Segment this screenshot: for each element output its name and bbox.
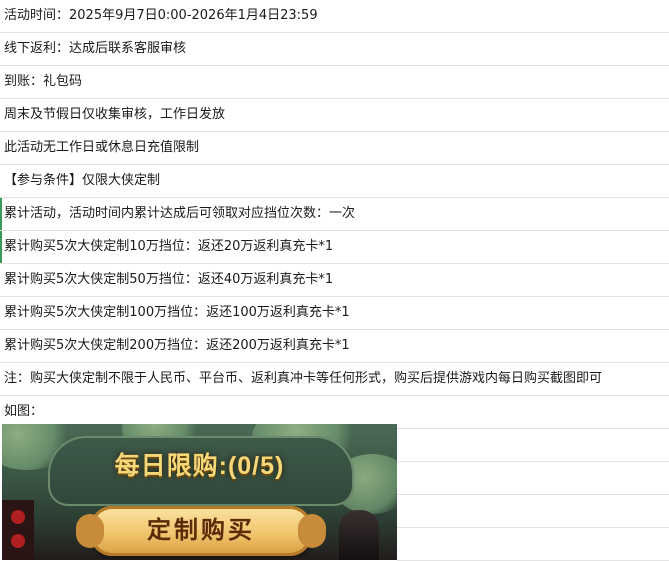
rule-line-tier-100w: 累计购买5次大侠定制100万挡位：返还100万返利真充卡*1 xyxy=(0,297,669,330)
table-row xyxy=(397,396,669,429)
table-row xyxy=(397,528,669,561)
rule-line-arrival: 到账：礼包码 xyxy=(0,66,669,99)
rule-text: 活动时间：2025年9月7日0:00-2026年1月4日23:59 xyxy=(4,8,318,23)
table-row xyxy=(397,495,669,528)
custom-purchase-button[interactable]: 定制购买 xyxy=(76,506,326,556)
rule-text: 累计购买5次大侠定制100万挡位：返还100万返利真充卡*1 xyxy=(4,305,350,320)
rule-text: 【参与条件】仅限大侠定制 xyxy=(4,173,161,188)
rule-text: 到账：礼包码 xyxy=(4,74,83,89)
rule-line-weekend: 周末及节假日仅收集审核，工作日发放 xyxy=(0,99,669,132)
rule-line-no-limit: 此活动无工作日或休息日充值限制 xyxy=(0,132,669,165)
rule-text: 累计购买5次大侠定制10万挡位：返还20万返利真充卡*1 xyxy=(4,239,334,254)
rule-text: 此活动无工作日或休息日充值限制 xyxy=(4,140,200,155)
table-row xyxy=(397,462,669,495)
rule-text: 注：购买大侠定制不限于人民币、平台币、返利真冲卡等任何形式，购买后提供游戏内每日… xyxy=(4,371,603,386)
rule-text: 累计购买5次大侠定制200万挡位：返还200万返利真充卡*1 xyxy=(4,338,350,353)
character-silhouette xyxy=(339,510,379,560)
rule-line-note: 注：购买大侠定制不限于人民币、平台币、返利真冲卡等任何形式，购买后提供游戏内每日… xyxy=(0,363,669,396)
rule-line-tier-10w: 累计购买5次大侠定制10万挡位：返还20万返利真充卡*1 xyxy=(0,231,669,264)
rule-text: 累计购买5次大侠定制50万挡位：返还40万返利真充卡*1 xyxy=(4,272,334,287)
rule-line-condition: 【参与条件】仅限大侠定制 xyxy=(0,165,669,198)
rule-text: 周末及节假日仅收集审核，工作日发放 xyxy=(4,107,226,122)
rule-line-cumulative: 累计活动，活动时间内累计达成后可领取对应挡位次数：一次 xyxy=(0,198,669,231)
table-row xyxy=(397,429,669,462)
rule-text: 线下返利：达成后联系客服审核 xyxy=(4,41,187,56)
example-screenshot-image: 每日限购:(0/5) 定制购买 xyxy=(2,424,397,560)
activity-rules-page: 活动时间：2025年9月7日0:00-2026年1月4日23:59 线下返利：达… xyxy=(0,0,669,561)
rule-text: 如图： xyxy=(4,404,44,419)
rule-line-activity-time: 活动时间：2025年9月7日0:00-2026年1月4日23:59 xyxy=(0,0,669,33)
red-ornament-icon xyxy=(11,510,25,524)
daily-limit-counter: 每日限购:(0/5) xyxy=(114,452,285,480)
red-post-decoration xyxy=(2,500,34,560)
custom-purchase-label: 定制购买 xyxy=(147,517,255,544)
rule-line-tier-200w: 累计购买5次大侠定制200万挡位：返还200万返利真充卡*1 xyxy=(0,330,669,363)
red-ornament-icon xyxy=(11,534,25,548)
rule-text: 累计活动，活动时间内累计达成后可领取对应挡位次数：一次 xyxy=(4,206,356,221)
rule-line-tier-50w: 累计购买5次大侠定制50万挡位：返还40万返利真充卡*1 xyxy=(0,264,669,297)
rule-line-offline-rebate: 线下返利：达成后联系客服审核 xyxy=(0,33,669,66)
